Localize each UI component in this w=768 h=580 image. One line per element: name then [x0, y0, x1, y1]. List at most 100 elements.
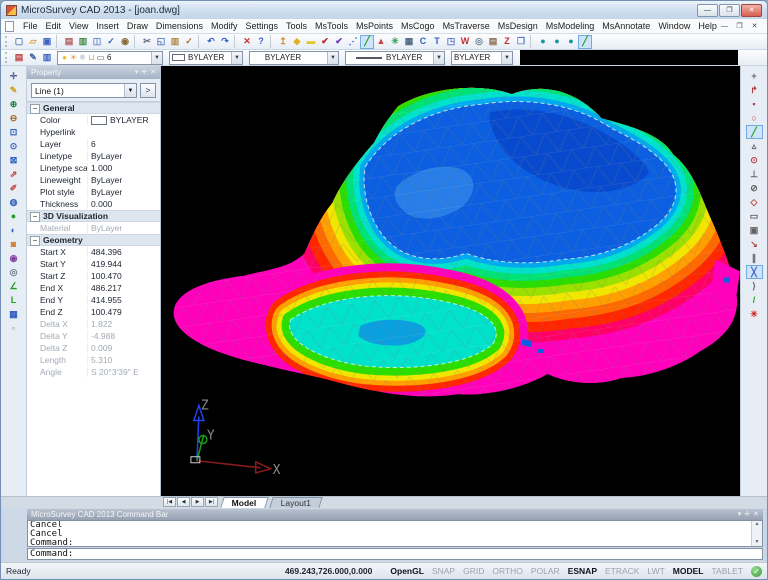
menu-item[interactable]: MsCogo — [397, 21, 439, 31]
snap-polygon-icon[interactable]: ▭ — [746, 209, 763, 223]
tab-model[interactable]: Model — [220, 497, 268, 508]
property-row[interactable]: Material ByLayer — [27, 222, 160, 234]
status-toggle[interactable]: ORTHO — [488, 566, 527, 576]
pan-icon[interactable]: ⇗ — [5, 167, 22, 181]
color-combo[interactable]: BYLAYER ▼ — [169, 51, 243, 65]
property-row[interactable]: Delta Y -4.988 — [27, 330, 160, 342]
lineweight-combo[interactable]: BYLAYER ▼ — [345, 51, 445, 65]
undo-icon[interactable]: ↶ — [204, 35, 218, 49]
notes-icon[interactable]: ▤ — [486, 35, 500, 49]
options-icon[interactable]: ▫ — [5, 321, 22, 335]
plot-style-combo[interactable]: BYLAYER ▼ — [451, 51, 513, 65]
erase-icon[interactable]: ✕ — [240, 35, 254, 49]
validate-check-icon[interactable]: ✔ — [332, 35, 346, 49]
new-icon[interactable]: ▢ — [12, 35, 26, 49]
ortho-line-icon[interactable]: L — [5, 293, 22, 307]
boundary-icon[interactable]: ▬ — [304, 35, 318, 49]
print-icon[interactable]: ▥ — [76, 35, 90, 49]
snap-center-icon[interactable]: ⊙ — [746, 153, 763, 167]
snap-tangent-icon[interactable]: ⊘ — [746, 181, 763, 195]
database-2-icon[interactable]: ● — [550, 35, 564, 49]
point-draw-icon[interactable]: ⋰ — [346, 35, 360, 49]
status-toggle[interactable]: OpenGL — [386, 566, 428, 576]
menu-item[interactable]: Dimensions — [152, 21, 207, 31]
tab-next-button[interactable]: ▶ — [191, 497, 204, 507]
snap-extension-icon[interactable]: / — [746, 293, 763, 307]
property-row[interactable]: Length 5.310 — [27, 354, 160, 366]
zoom-center-icon[interactable]: ⊙ — [5, 139, 22, 153]
property-row[interactable]: Hyperlink — [27, 126, 160, 138]
command-bar-menu-button[interactable]: ▾ — [738, 510, 742, 520]
mdi-minimize-button[interactable]: — — [718, 21, 731, 32]
database-3-icon[interactable]: ● — [564, 35, 578, 49]
snap-apparent-icon[interactable]: ⟩ — [746, 279, 763, 293]
curve-c-icon[interactable]: C — [416, 35, 430, 49]
point-grid-icon[interactable]: ▦ — [402, 35, 416, 49]
layer-manager-icon[interactable]: ▤ — [12, 51, 26, 65]
help-icon[interactable]: ? — [254, 35, 268, 49]
menu-item[interactable]: Modify — [207, 21, 242, 31]
command-bar-pin-icon[interactable]: ✛ — [744, 510, 750, 520]
property-row[interactable]: Color BYLAYER — [27, 114, 160, 126]
angle-measure-icon[interactable]: ∠ — [5, 279, 22, 293]
property-row[interactable]: Linetype ByLayer — [27, 150, 160, 162]
menu-item[interactable]: MsModeling — [542, 21, 599, 31]
menu-item[interactable]: Tools — [282, 21, 311, 31]
zoom-window-icon[interactable]: ⊡ — [5, 125, 22, 139]
command-history-scrollbar[interactable]: ▲ ▼ — [751, 521, 762, 546]
tab-first-button[interactable]: |◀ — [163, 497, 176, 507]
audit-check-icon[interactable]: ✔ — [318, 35, 332, 49]
status-toggle[interactable]: ETRACK — [601, 566, 643, 576]
zoom-out-icon[interactable]: ⊖ — [5, 111, 22, 125]
scroll-down-icon[interactable]: ▼ — [752, 539, 762, 546]
copy-icon[interactable]: ◱ — [154, 35, 168, 49]
scroll-up-icon[interactable]: ▲ — [752, 521, 762, 528]
property-row[interactable]: Plot style ByLayer — [27, 186, 160, 198]
command-input[interactable]: Command: — [27, 548, 763, 560]
tab-prev-button[interactable]: ◀ — [177, 497, 190, 507]
terrain-model[interactable]: Z Y X — [161, 66, 740, 496]
menu-item[interactable]: MsTools — [311, 21, 352, 31]
snap-settings-icon[interactable]: ✳ — [746, 307, 763, 321]
snap-parallel-icon[interactable]: ∥ — [746, 251, 763, 265]
property-row[interactable]: Delta Z 0.009 — [27, 342, 160, 354]
status-toggle[interactable]: GRID — [459, 566, 488, 576]
close-button[interactable]: ✕ — [741, 4, 762, 17]
menu-item[interactable]: Edit — [42, 21, 66, 31]
mdi-close-button[interactable]: ✕ — [748, 21, 761, 32]
sub-z-icon[interactable]: Z — [500, 35, 514, 49]
draworder-icon[interactable]: ✛ — [5, 69, 22, 83]
point-symbol-icon[interactable]: ✳ — [388, 35, 402, 49]
drawing-canvas[interactable]: Z Y X — [161, 66, 740, 496]
shade-icon[interactable]: ● — [5, 209, 22, 223]
find-icon[interactable]: ◉ — [118, 35, 132, 49]
command-bar-close-button[interactable]: ✕ — [753, 510, 759, 520]
linetype-combo[interactable]: BYLAYER ▼ — [249, 51, 339, 65]
text-t-icon[interactable]: T — [430, 35, 444, 49]
property-row[interactable]: Thickness 0.000 — [27, 198, 160, 210]
snap-quadrant-icon[interactable]: ◇ — [746, 195, 763, 209]
orbit-3d-icon[interactable]: ◍ — [5, 195, 22, 209]
zoom-in-icon[interactable]: ⊕ — [5, 97, 22, 111]
smart-line-icon[interactable]: ╱ — [360, 35, 374, 49]
spell-check-icon[interactable]: ✓ — [104, 35, 118, 49]
snap-midpoint-icon[interactable]: ▵ — [746, 139, 763, 153]
layer-combo[interactable]: ●☀❄⊔▭ 6 ▼ — [57, 51, 163, 65]
draworder-up-icon[interactable]: ↥ — [276, 35, 290, 49]
menu-item[interactable]: Window — [654, 21, 694, 31]
property-row[interactable]: Angle S 20°3'39" E — [27, 366, 160, 378]
mdi-restore-button[interactable]: ❐ — [733, 21, 746, 32]
menu-item[interactable]: Help — [694, 21, 721, 31]
property-row[interactable]: General — [27, 102, 160, 114]
view-point-icon[interactable]: ◎ — [472, 35, 486, 49]
property-row[interactable]: End Y 414.955 — [27, 294, 160, 306]
open-icon[interactable]: ▱ — [26, 35, 40, 49]
layer-explorer-icon[interactable]: ▥ — [40, 51, 54, 65]
entity-selector[interactable]: Line (1) ▼ — [31, 83, 137, 98]
snap-endpoint-icon[interactable]: ▪ — [746, 97, 763, 111]
layer-by-entity-icon[interactable]: ✎ — [26, 51, 40, 65]
watch-w-icon[interactable]: W — [458, 35, 472, 49]
render-icon[interactable]: ◐ — [5, 223, 22, 237]
menu-item[interactable]: Draw — [123, 21, 152, 31]
plot-icon[interactable]: ▤ — [62, 35, 76, 49]
